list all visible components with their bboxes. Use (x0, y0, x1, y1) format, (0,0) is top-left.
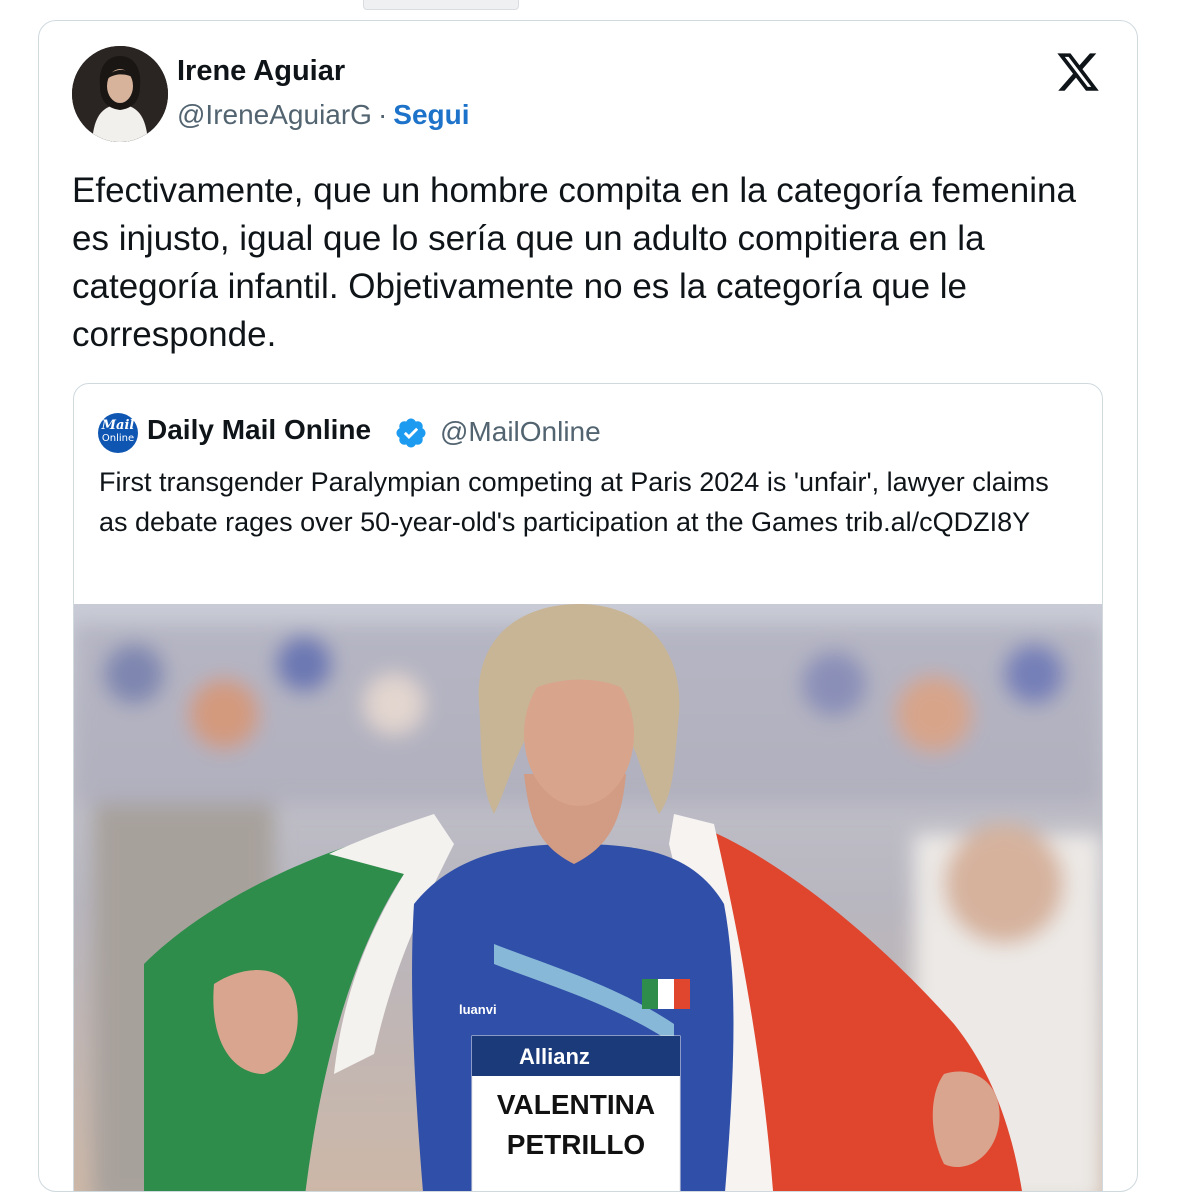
author-meta: @IreneAguiarG · Segui (177, 99, 470, 131)
quoted-tweet[interactable]: Mail Online Daily Mail Online @MailOnlin… (73, 383, 1103, 1191)
quoted-author-handle[interactable]: @MailOnline (440, 416, 601, 448)
tweet-text: Efectivamente, que un hombre compita en … (72, 171, 1076, 354)
author-handle[interactable]: @IreneAguiarG (177, 99, 372, 130)
bib-line-2: PETRILLO (507, 1129, 645, 1160)
separator-dot: · (377, 99, 388, 130)
tweet-card: Irene Aguiar @IreneAguiarG · Segui Efectiv… (38, 20, 1138, 1192)
logo-line-2: Online (101, 433, 135, 444)
quoted-tweet-image[interactable]: luanvi Allianz VALENTINA PETRILLO (74, 604, 1102, 1191)
verified-badge-icon (396, 418, 426, 448)
bib-line-1: VALENTINA (497, 1089, 655, 1120)
quoted-author-name[interactable]: Daily Mail Online (147, 414, 371, 446)
follow-button[interactable]: Segui (393, 99, 469, 130)
author-name[interactable]: Irene Aguiar (177, 55, 345, 88)
x-logo-icon[interactable] (1055, 49, 1101, 95)
bib-sponsor: Allianz (519, 1044, 590, 1069)
browser-tab-edge (363, 0, 519, 10)
logo-line-1: Mail (101, 418, 135, 433)
mailonline-logo[interactable]: Mail Online (98, 413, 138, 453)
kit-logo: luanvi (459, 1002, 497, 1017)
author-avatar[interactable] (72, 46, 168, 142)
quoted-tweet-text: First transgender Paralympian competing … (99, 467, 1049, 537)
